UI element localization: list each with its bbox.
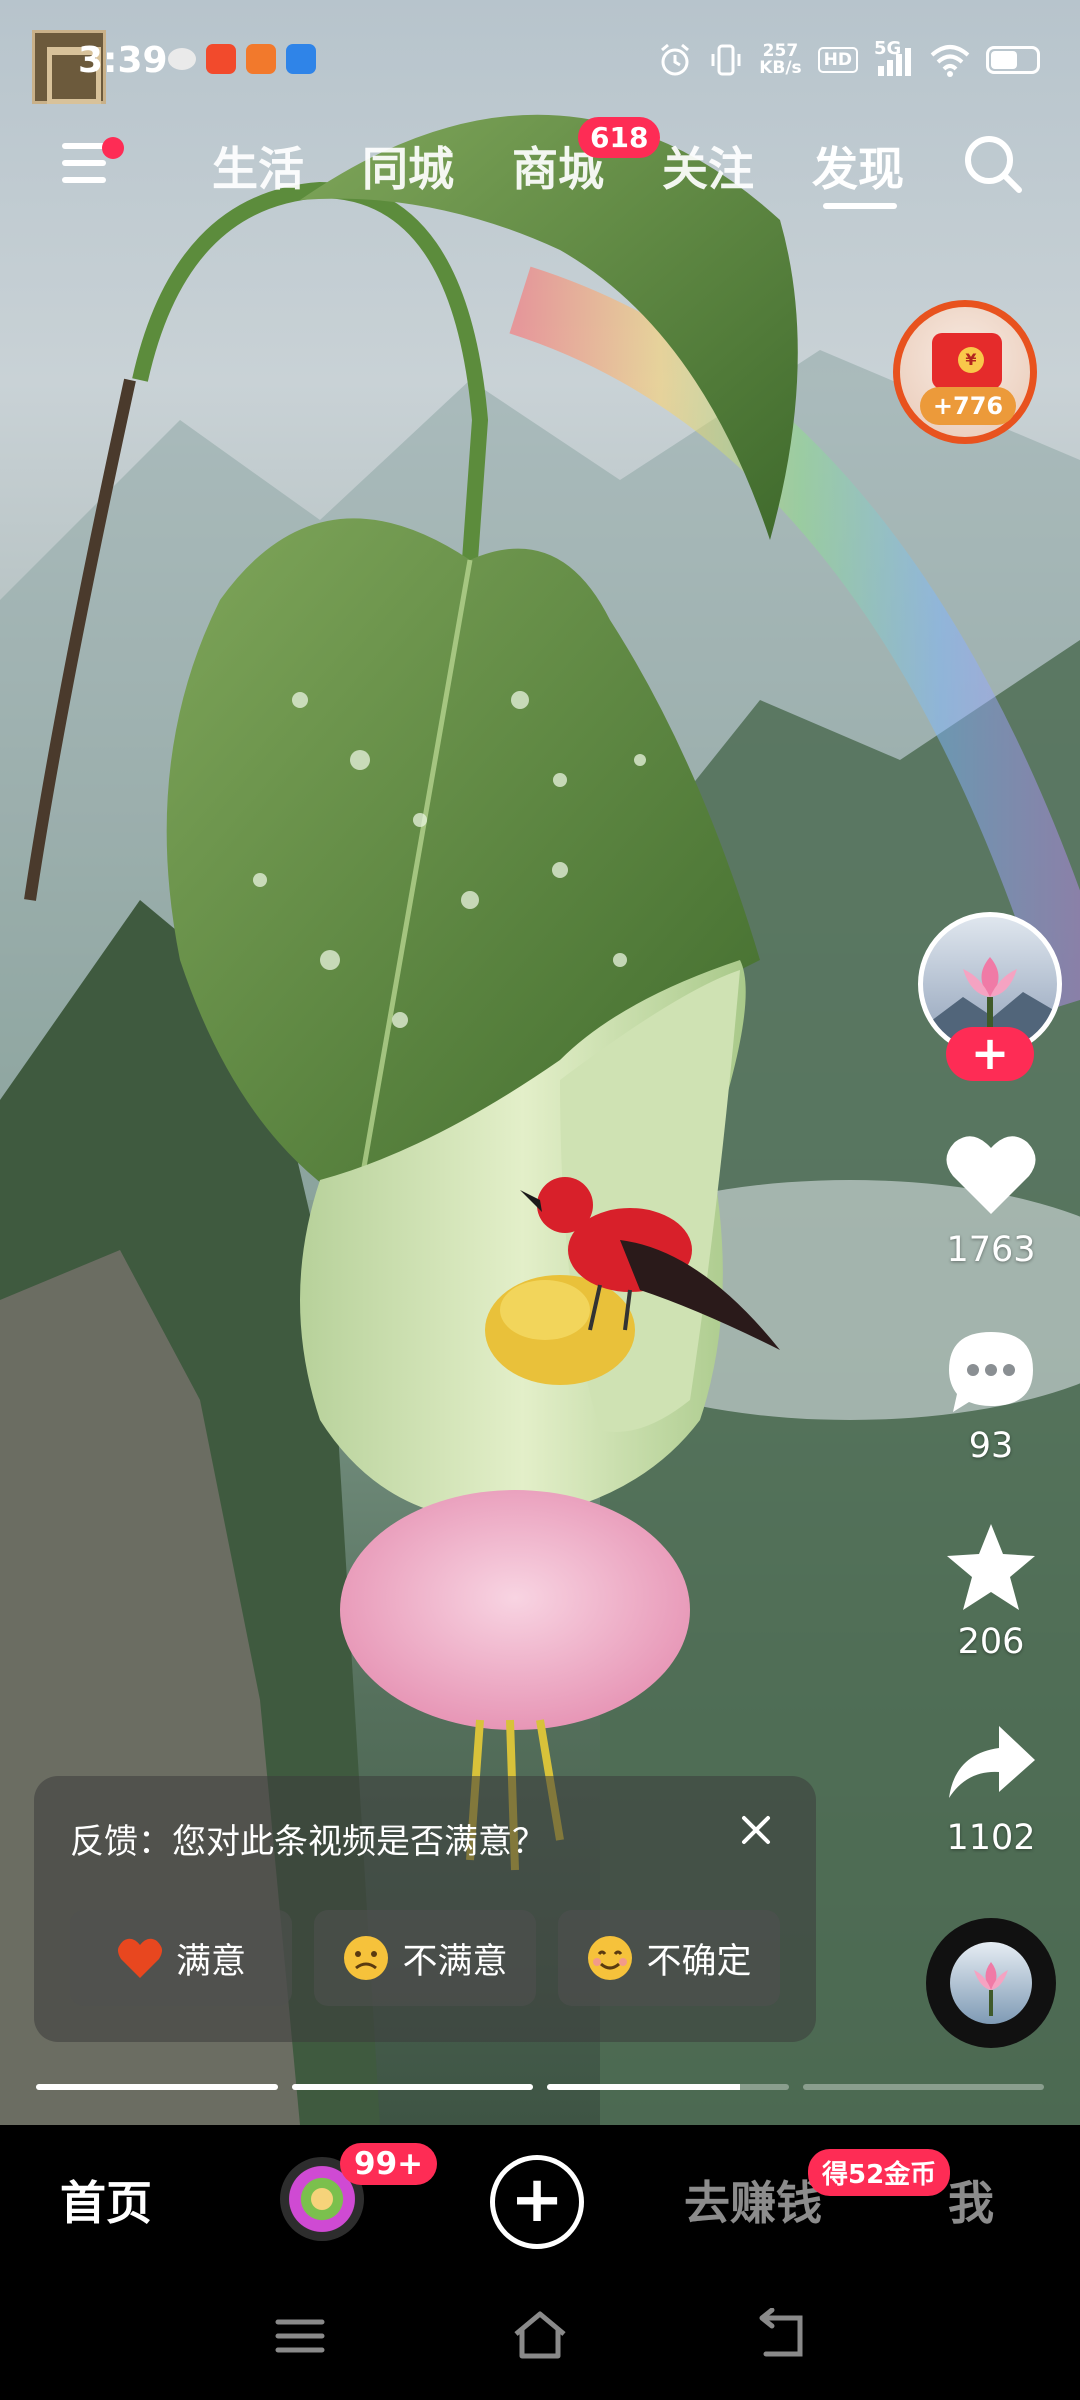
recent-apps-icon[interactable] (270, 2308, 330, 2364)
red-packet-amount: +776 (920, 387, 1016, 425)
progress-segment-fill (291, 2084, 533, 2090)
heart-icon (946, 1136, 1036, 1214)
tab-me[interactable]: 我 (948, 2167, 994, 2233)
net-speed-unit: KB/s (759, 58, 802, 78)
top-nav: 生活 同城 商城 618 关注 发现 (0, 117, 1080, 215)
friends-badge: 99+ (340, 2143, 438, 2185)
active-tab-indicator (823, 203, 897, 209)
shopping-app-icon (246, 44, 276, 74)
leaf-icon (168, 48, 196, 70)
feedback-option-label: 不确定 (646, 1941, 752, 1982)
progress-segment-fill (547, 2084, 741, 2090)
progress-segment (291, 2084, 533, 2090)
coin-icon: ¥ (958, 347, 984, 373)
smile-emoji-icon (588, 1936, 633, 1980)
close-icon[interactable] (734, 1808, 778, 1852)
battery-fill (991, 51, 1018, 69)
like-action[interactable]: 1763 (920, 1130, 1062, 1270)
search-icon[interactable] (962, 133, 1024, 195)
share-action[interactable]: 1102 (920, 1718, 1062, 1858)
progress-segment (802, 2084, 1044, 2090)
feedback-unsure-button[interactable]: 不确定 (558, 1910, 780, 2006)
red-packet-widget[interactable]: ¥ +776 (893, 300, 1037, 444)
share-arrow-icon (949, 1726, 1035, 1798)
system-nav-bar (0, 2280, 1080, 2400)
favorite-action[interactable]: 206 (920, 1522, 1062, 1662)
heart-emoji-icon (117, 1938, 163, 1978)
signal-icon: 5G (874, 38, 914, 78)
vibrate-icon (711, 44, 741, 76)
status-bar: 3:39 257 KB/s HD 5G (0, 30, 1080, 104)
hd-badge: HD (817, 47, 858, 73)
progress-segment (547, 2084, 789, 2090)
music-disc[interactable] (926, 1918, 1056, 2048)
create-button[interactable]: + (490, 2155, 584, 2249)
comment-action[interactable]: 93 (920, 1326, 1062, 1466)
notification-icons (168, 44, 316, 74)
tab-life[interactable]: 生活 (212, 133, 304, 199)
wifi-icon (930, 45, 970, 77)
share-count: 1102 (946, 1818, 1036, 1858)
back-icon[interactable] (752, 2308, 812, 2364)
feedback-question: 反馈：您对此条视频是否满意？ (70, 1822, 546, 1862)
comment-count: 93 (968, 1426, 1014, 1466)
earn-coins-badge: 得52金币 (808, 2149, 951, 2196)
star-icon (947, 1524, 1035, 1610)
progress-segment (36, 2084, 278, 2090)
tab-local[interactable]: 同城 (362, 133, 454, 199)
frown-emoji-icon (344, 1936, 389, 1980)
blue-app-icon (286, 44, 316, 74)
net-speed: 257 KB/s (759, 43, 801, 77)
home-icon[interactable] (510, 2308, 570, 2364)
status-time: 3:39 (78, 40, 168, 81)
favorite-count: 206 (957, 1622, 1025, 1662)
menu-button[interactable] (62, 135, 124, 191)
progress-segment-fill (36, 2084, 278, 2090)
alarm-icon (661, 43, 690, 76)
feedback-satisfied-button[interactable]: 满意 (70, 1910, 292, 2006)
feedback-option-label: 不满意 (402, 1941, 508, 1982)
tab-following[interactable]: 关注 (662, 133, 754, 199)
tab-discover[interactable]: 发现 (812, 133, 904, 199)
status-right: 257 KB/s HD 5G (657, 38, 1040, 78)
like-count: 1763 (946, 1230, 1036, 1270)
feedback-option-label: 满意 (175, 1941, 246, 1982)
feedback-unsatisfied-button[interactable]: 不满意 (314, 1910, 536, 2006)
music-cover-image (950, 1942, 1032, 2024)
battery-icon (986, 46, 1040, 74)
red-app-icon (206, 44, 236, 74)
feedback-card: 反馈：您对此条视频是否满意？ 满意 不满意 不确定 (34, 1776, 816, 2042)
bottom-tab-bar: 首页 99+ + 去赚钱 得52金币 我 (0, 2125, 1080, 2280)
menu-notification-dot (102, 137, 124, 159)
follow-button[interactable]: + (946, 1027, 1034, 1081)
tab-earn[interactable]: 去赚钱 (684, 2167, 822, 2233)
tab-home[interactable]: 首页 (60, 2167, 152, 2233)
video-progress (36, 2084, 1044, 2090)
mall-badge: 618 (578, 117, 661, 158)
comment-icon (949, 1332, 1033, 1412)
